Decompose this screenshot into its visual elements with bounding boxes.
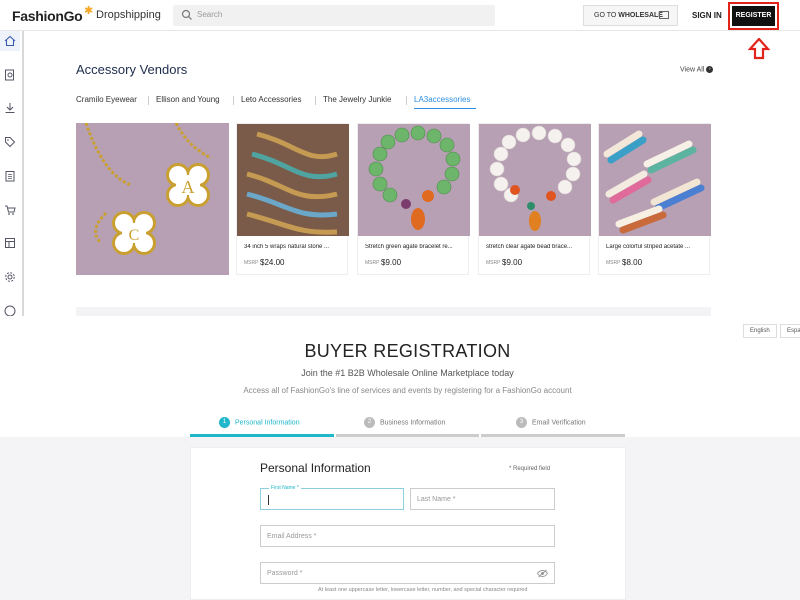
- gear-icon[interactable]: [4, 271, 16, 283]
- step-label: Email Verification: [532, 419, 586, 427]
- product-card[interactable]: Stretch green agate bracelet re... MSRP …: [357, 123, 470, 275]
- home-icon[interactable]: [4, 35, 16, 47]
- dropshipping-pane: FashionGo ✱ Dropshipping Search GO TO WH…: [0, 0, 800, 316]
- msrp-label: MSRP: [606, 260, 621, 266]
- product-image: [599, 124, 711, 236]
- msrp-label: MSRP: [486, 260, 501, 266]
- language-english-button[interactable]: English: [743, 324, 777, 338]
- msrp-label: MSRP: [244, 260, 259, 266]
- step-business-information: 2 Business Information: [364, 417, 445, 428]
- step-email-verification: 3 Email Verification: [516, 417, 586, 428]
- product-title[interactable]: stretch clear agate bead brace...: [486, 244, 586, 250]
- layout-icon[interactable]: [4, 237, 16, 249]
- svg-text:A: A: [182, 177, 195, 197]
- active-tab-underline: [414, 108, 476, 109]
- step-label: Business Information: [380, 419, 446, 427]
- password-placeholder: Password *: [267, 570, 303, 577]
- product-image: [237, 124, 349, 236]
- form-title: Personal Information: [260, 461, 371, 475]
- view-all-link[interactable]: View All ›: [680, 66, 714, 74]
- tab-leto-accessories[interactable]: Leto Accessories: [241, 95, 301, 104]
- page-description: Access all of FashionGo's line of servic…: [243, 386, 572, 395]
- product-card[interactable]: 34 inch 5 wraps natural stone ... MSRP $…: [236, 123, 349, 275]
- tab-divider: [233, 96, 234, 105]
- vendor-feature-image[interactable]: A C: [76, 123, 229, 275]
- email-placeholder: Email Address *: [267, 533, 317, 540]
- search-input[interactable]: Search: [173, 5, 495, 26]
- email-field[interactable]: Email Address *: [260, 525, 555, 547]
- logo-star-icon: ✱: [84, 5, 94, 17]
- product-image: [358, 124, 470, 236]
- password-hint: At least one uppercase letter, lowercase…: [318, 587, 528, 593]
- last-name-field[interactable]: Last Name *: [410, 488, 555, 510]
- wholesale-label: WHOLESALE: [618, 12, 663, 19]
- product-price: $9.00: [502, 258, 523, 267]
- tab-divider: [315, 96, 316, 105]
- register-highlight-box: REGISTER: [728, 2, 779, 30]
- step-label: Personal Information: [235, 419, 300, 427]
- tab-divider: [148, 96, 149, 105]
- clipboard-icon[interactable]: [4, 170, 16, 182]
- first-name-field[interactable]: First Name *: [260, 485, 404, 510]
- eye-off-icon[interactable]: [537, 569, 548, 578]
- product-title[interactable]: 34 inch 5 wraps natural stone ...: [244, 244, 344, 250]
- step-number: 3: [516, 417, 527, 428]
- product-title[interactable]: Large colorful striped acetate ...: [606, 244, 706, 250]
- step-number: 2: [364, 417, 375, 428]
- dollar-icon[interactable]: [4, 305, 16, 316]
- svg-text:C: C: [129, 227, 140, 244]
- last-name-placeholder: Last Name *: [417, 496, 456, 503]
- chevron-right-icon: ›: [706, 66, 714, 73]
- view-all-label: View All: [680, 66, 705, 74]
- search-placeholder: Search: [197, 10, 223, 19]
- left-sidebar: [0, 31, 24, 316]
- download-icon[interactable]: [4, 102, 16, 114]
- text-caret: [268, 495, 269, 505]
- tab-divider: [406, 96, 407, 105]
- msrp-label: MSRP: [365, 260, 380, 266]
- exit-icon: [659, 11, 669, 19]
- arrow-up-icon: [748, 38, 770, 60]
- product-price: $9.00: [381, 258, 402, 267]
- register-button[interactable]: REGISTER: [732, 6, 775, 26]
- section-title: Accessory Vendors: [76, 62, 188, 77]
- product-price: $8.00: [622, 258, 643, 267]
- wholesale-prefix: GO TO: [594, 12, 619, 19]
- top-navbar: FashionGo ✱ Dropshipping Search GO TO WH…: [0, 0, 800, 31]
- step-personal-information: 1 Personal Information: [219, 417, 300, 428]
- tab-the-jewelry-junkie[interactable]: The Jewelry Junkie: [323, 95, 391, 104]
- page-subtitle: Join the #1 B2B Wholesale Online Marketp…: [301, 368, 514, 378]
- search-icon: [181, 9, 192, 20]
- product-card[interactable]: Large colorful striped acetate ... MSRP …: [598, 123, 711, 275]
- tab-la3accessories[interactable]: LA3accessories: [414, 95, 470, 104]
- search-doc-icon[interactable]: [4, 69, 16, 81]
- cart-icon[interactable]: [4, 204, 16, 216]
- sign-in-link[interactable]: SIGN IN: [692, 11, 722, 20]
- go-to-wholesale-button[interactable]: GO TO WHOLESALE: [583, 5, 678, 26]
- section-footer-strip: [76, 307, 711, 316]
- product-title[interactable]: Stretch green agate bracelet re...: [365, 244, 465, 250]
- product-card[interactable]: stretch clear agate bead brace... MSRP $…: [478, 123, 591, 275]
- tab-cramilo-eyewear[interactable]: Cramilo Eyewear: [76, 95, 137, 104]
- product-image: [479, 124, 591, 236]
- clover-pendant-a: A: [166, 163, 210, 207]
- tab-ellison-and-young[interactable]: Ellison and Young: [156, 95, 220, 104]
- clover-pendant-c: C: [112, 211, 156, 255]
- tag-icon[interactable]: [4, 136, 16, 148]
- first-name-label: First Name *: [269, 485, 301, 491]
- required-field-note: * Required field: [509, 466, 551, 472]
- password-field[interactable]: Password *: [260, 562, 555, 584]
- product-price: $24.00: [260, 258, 285, 267]
- fashiongo-logo[interactable]: FashionGo: [12, 8, 83, 24]
- dropshipping-label: Dropshipping: [96, 9, 161, 21]
- language-espanol-button[interactable]: Espa: [780, 324, 800, 338]
- initial-necklace-image: A C: [84, 123, 212, 255]
- step-number: 1: [219, 417, 230, 428]
- registration-pane: English Espa BUYER REGISTRATION Join the…: [0, 316, 800, 600]
- page-title: BUYER REGISTRATION: [304, 341, 511, 361]
